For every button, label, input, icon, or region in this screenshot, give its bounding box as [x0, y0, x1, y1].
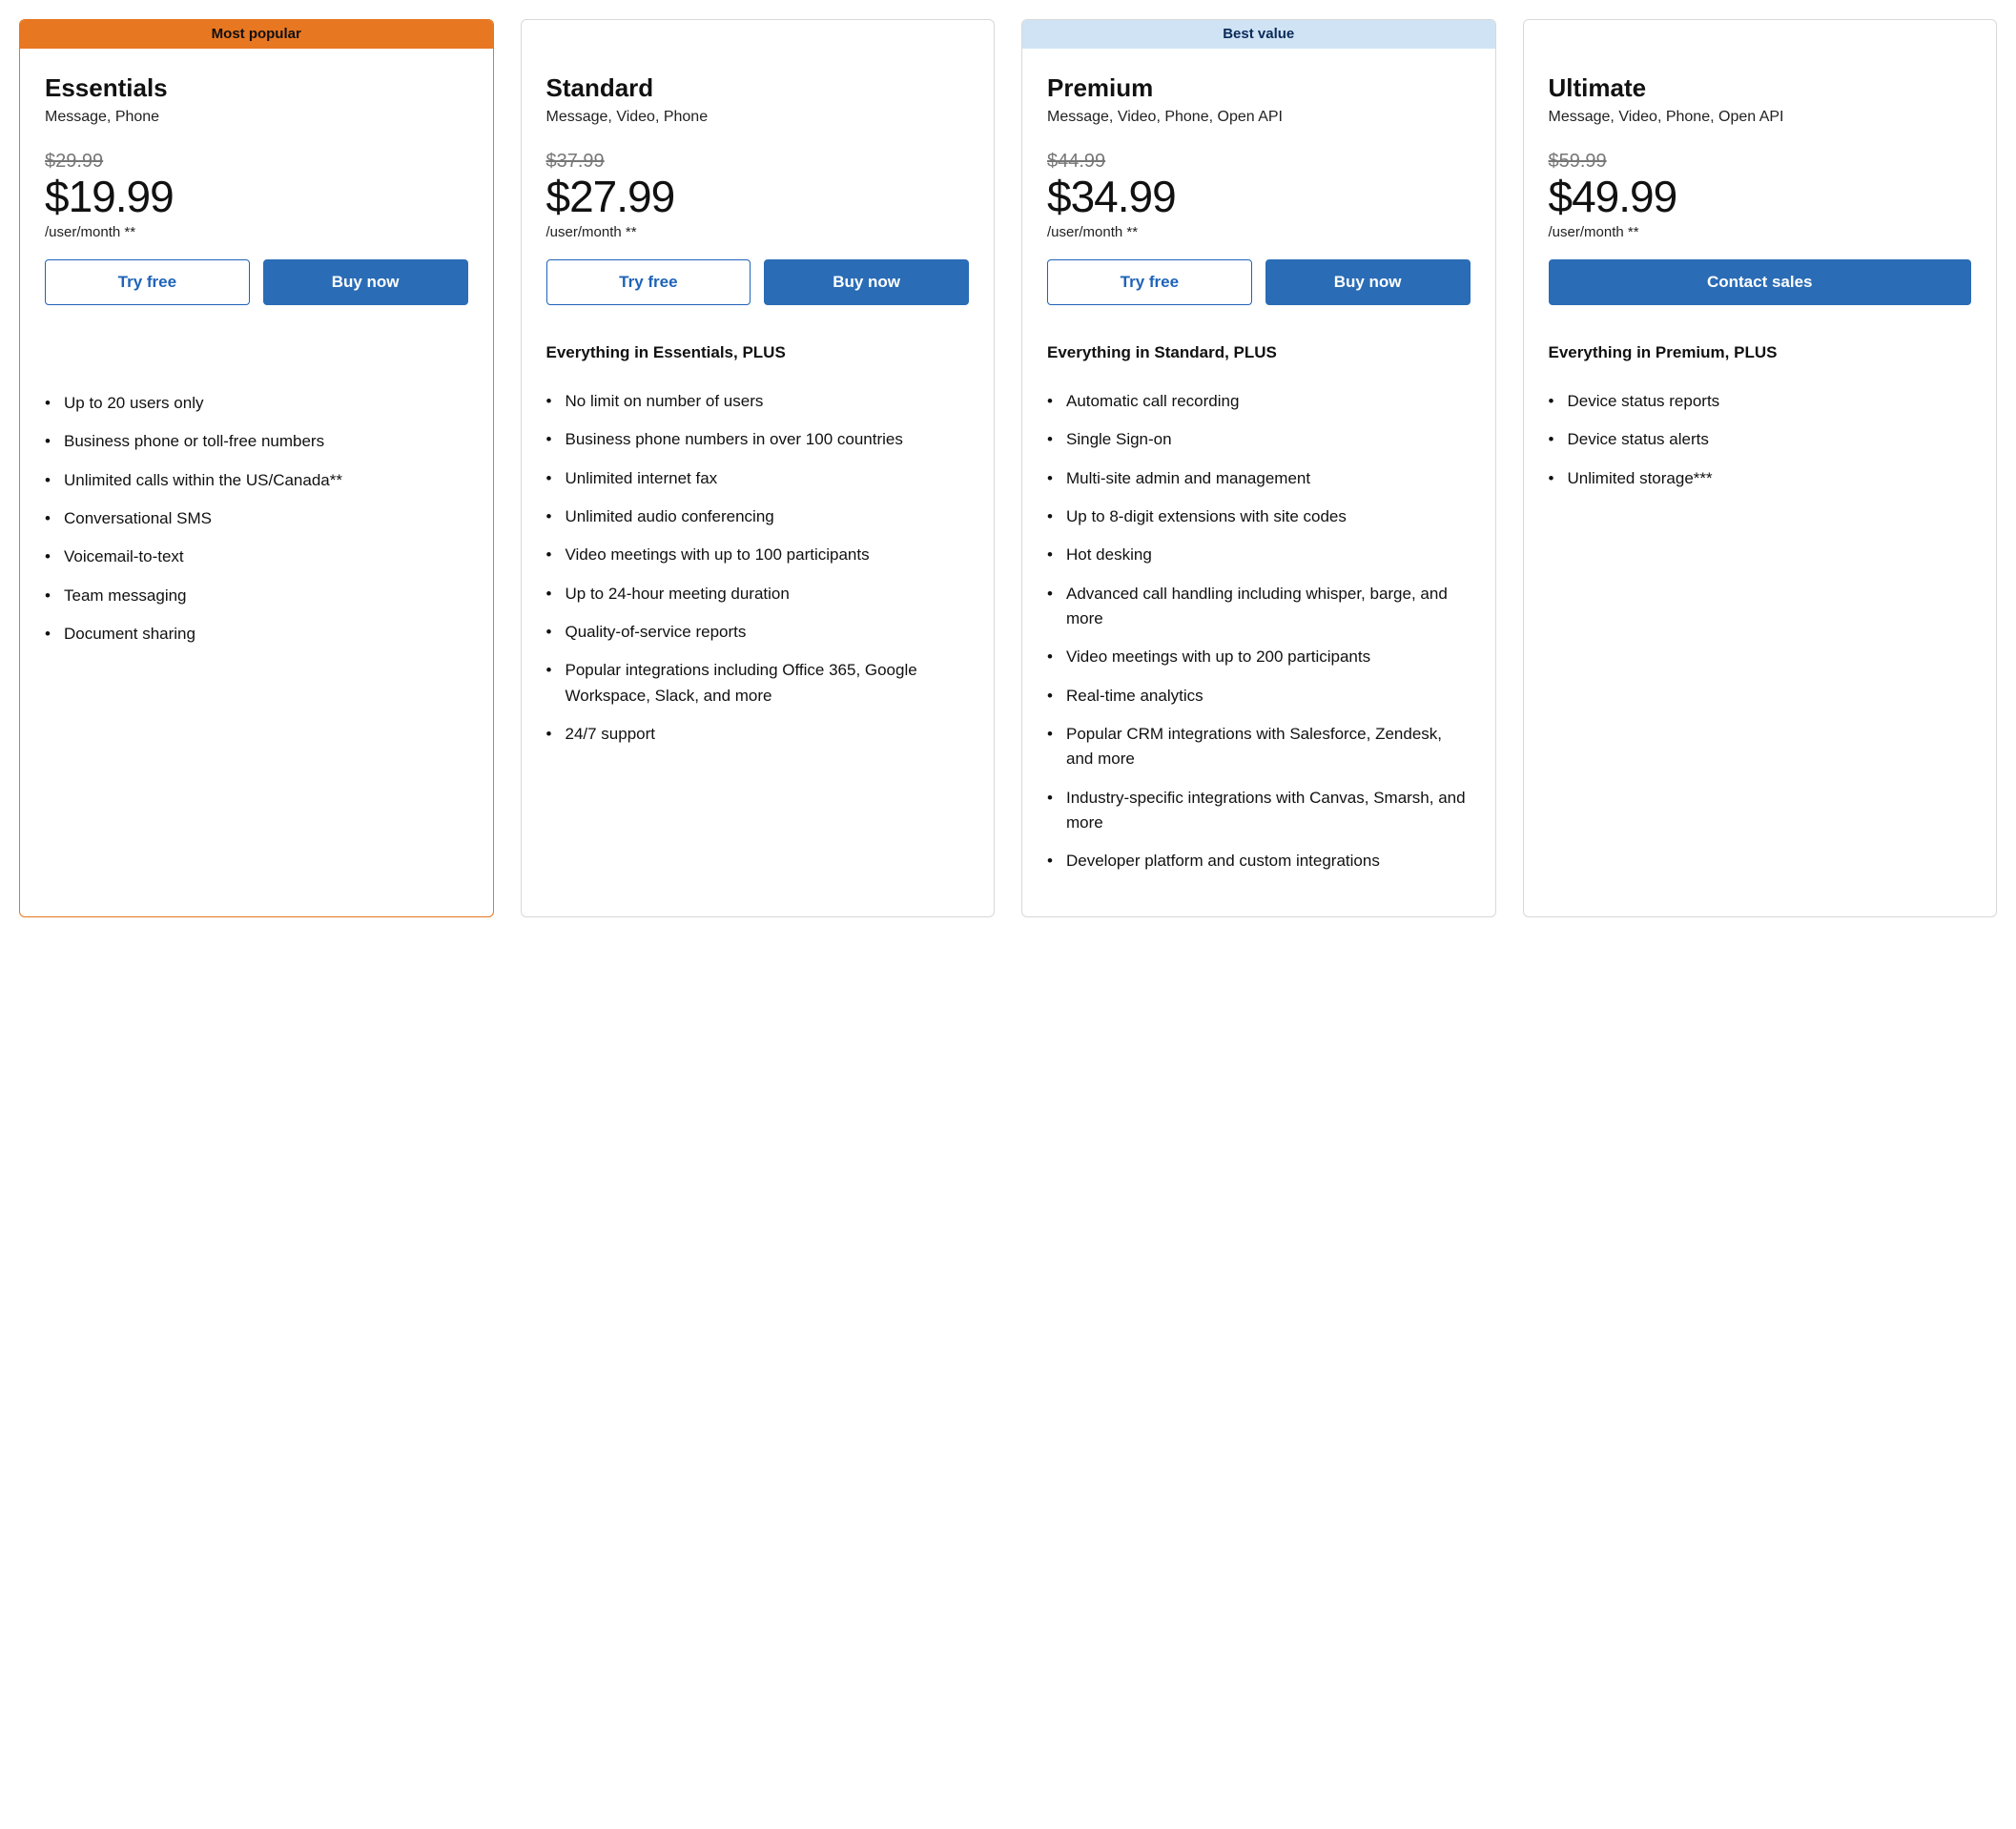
plan-old-price: $37.99 — [546, 151, 970, 173]
plan-feature-item: Up to 24-hour meeting duration — [546, 582, 970, 606]
plan-feature-item: Popular CRM integrations with Salesforce… — [1047, 722, 1471, 772]
plan-feature-item: Unlimited storage*** — [1549, 466, 1972, 491]
try-free-button[interactable]: Try free — [546, 259, 751, 305]
plan-name: Essentials — [45, 73, 468, 103]
plan-subtitle: Message, Video, Phone, Open API — [1047, 109, 1471, 126]
plan-feature-item: Video meetings with up to 200 participan… — [1047, 645, 1471, 669]
plan-name: Standard — [546, 73, 970, 103]
plan-button-row: Contact sales — [1549, 259, 1972, 305]
plan-body: Essentials Message, Phone $29.99$19.99/use… — [20, 49, 493, 688]
plan-card-standard: Standard Message, Video, Phone $37.99$27.9… — [521, 19, 996, 917]
plan-price: $34.99 — [1047, 175, 1471, 218]
plan-feature-list: Device status reports Device status alert… — [1549, 389, 1972, 504]
plan-old-price: $59.99 — [1549, 151, 1972, 173]
plan-feature-item: Unlimited audio conferencing — [546, 504, 970, 529]
plan-plus-heading: Everything in Standard, PLUS — [1047, 343, 1471, 362]
buy-now-button[interactable]: Buy now — [764, 259, 969, 305]
plan-old-price: $44.99 — [1047, 151, 1471, 173]
plan-feature-item: Document sharing — [45, 622, 468, 647]
plan-feature-list: Up to 20 users only Business phone or tol… — [45, 391, 468, 660]
plan-plus-heading: Everything in Premium, PLUS — [1549, 343, 1972, 362]
plan-feature-item: Popular integrations including Office 36… — [546, 658, 970, 709]
plan-feature-item: No limit on number of users — [546, 389, 970, 414]
plan-price: $49.99 — [1549, 175, 1972, 218]
plan-per-unit: /user/month ** — [546, 224, 970, 240]
plan-feature-list: Automatic call recording Single Sign-on Mu… — [1047, 389, 1471, 888]
plan-name: Premium — [1047, 73, 1471, 103]
plan-per-unit: /user/month ** — [1047, 224, 1471, 240]
plan-body: Standard Message, Video, Phone $37.99$27.9… — [522, 49, 995, 789]
plan-feature-item: Business phone or toll-free numbers — [45, 429, 468, 454]
plan-feature-item: Up to 20 users only — [45, 391, 468, 416]
plan-feature-item: Conversational SMS — [45, 506, 468, 531]
plan-per-unit: /user/month ** — [1549, 224, 1972, 240]
plan-feature-item: Single Sign-on — [1047, 427, 1471, 452]
plan-button-row: Try free Buy now — [546, 259, 970, 305]
plan-tag: Best value — [1022, 20, 1495, 49]
buy-now-button[interactable]: Buy now — [1265, 259, 1471, 305]
plan-button-row: Try free Buy now — [45, 259, 468, 305]
plan-feature-item: Business phone numbers in over 100 count… — [546, 427, 970, 452]
try-free-button[interactable]: Try free — [1047, 259, 1252, 305]
plan-feature-list: No limit on number of users Business phon… — [546, 389, 970, 760]
buy-now-button[interactable]: Buy now — [263, 259, 468, 305]
plan-plus-spacer — [45, 343, 468, 391]
plan-feature-item: Unlimited internet fax — [546, 466, 970, 491]
plan-subtitle: Message, Phone — [45, 109, 468, 126]
plan-card-essentials: Most popular Essentials Message, Phone $29.… — [19, 19, 494, 917]
contact-sales-button[interactable]: Contact sales — [1549, 259, 1972, 305]
plan-old-price: $29.99 — [45, 151, 468, 173]
plan-feature-item: Video meetings with up to 100 participan… — [546, 543, 970, 567]
try-free-button[interactable]: Try free — [45, 259, 250, 305]
plan-feature-item: Unlimited calls within the US/Canada** — [45, 468, 468, 493]
plan-per-unit: /user/month ** — [45, 224, 468, 240]
plan-button-row: Try free Buy now — [1047, 259, 1471, 305]
plan-price: $27.99 — [546, 175, 970, 218]
plan-feature-item: Voicemail-to-text — [45, 545, 468, 569]
plan-feature-item: Quality-of-service reports — [546, 620, 970, 645]
plan-tag: Most popular — [20, 20, 493, 49]
plan-feature-item: Multi-site admin and management — [1047, 466, 1471, 491]
plan-subtitle: Message, Video, Phone, Open API — [1549, 109, 1972, 126]
plan-name: Ultimate — [1549, 73, 1972, 103]
plan-feature-item: Team messaging — [45, 584, 468, 608]
plan-body: Premium Message, Video, Phone, Open API $4… — [1022, 49, 1495, 916]
pricing-plans: Most popular Essentials Message, Phone $29.… — [19, 19, 1997, 917]
plan-body: Ultimate Message, Video, Phone, Open API $… — [1524, 49, 1997, 533]
plan-feature-item: Industry-specific integrations with Canv… — [1047, 786, 1471, 836]
plan-feature-item: Up to 8-digit extensions with site codes — [1047, 504, 1471, 529]
plan-feature-item: Device status reports — [1549, 389, 1972, 414]
plan-price: $19.99 — [45, 175, 468, 218]
plan-feature-item: Hot desking — [1047, 543, 1471, 567]
plan-feature-item: Real-time analytics — [1047, 684, 1471, 709]
plan-card-ultimate: Ultimate Message, Video, Phone, Open API $… — [1523, 19, 1998, 917]
plan-feature-item: Advanced call handling including whisper… — [1047, 582, 1471, 632]
plan-subtitle: Message, Video, Phone — [546, 109, 970, 126]
plan-plus-heading: Everything in Essentials, PLUS — [546, 343, 970, 362]
plan-card-premium: Best value Premium Message, Video, Phone, … — [1021, 19, 1496, 917]
plan-feature-item: Automatic call recording — [1047, 389, 1471, 414]
plan-feature-item: Developer platform and custom integratio… — [1047, 849, 1471, 873]
plan-feature-item: 24/7 support — [546, 722, 970, 747]
plan-feature-item: Device status alerts — [1549, 427, 1972, 452]
